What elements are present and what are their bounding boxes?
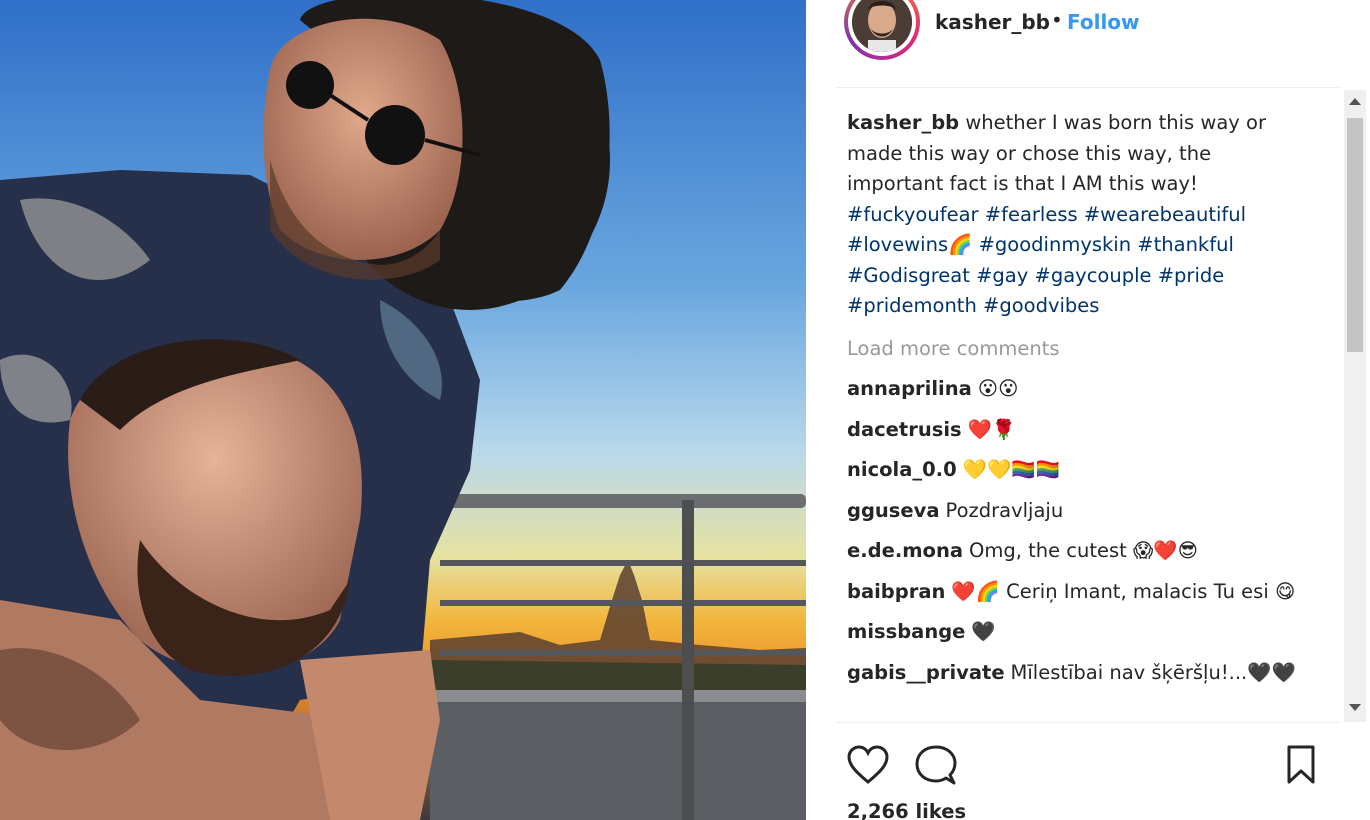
post-author-username[interactable]: kasher_bb — [935, 10, 1050, 34]
comment-icon — [915, 745, 957, 785]
scrollbar-thumb[interactable] — [1347, 118, 1363, 352]
comment-username[interactable]: gguseva — [847, 499, 940, 522]
caption-hashtags[interactable]: #pridemonth #goodvibes — [847, 291, 1332, 322]
scroll-down-arrow-icon[interactable] — [1349, 704, 1361, 711]
bookmark-icon — [1287, 745, 1315, 784]
comment-item: missbange 🖤 — [847, 617, 1332, 647]
comment-item: gguseva Pozdravljaju — [847, 496, 1332, 526]
comment-text: 😮😮 — [977, 377, 1019, 400]
comment-text: 💛💛🏳️‍🌈🏳️‍🌈 — [962, 458, 1060, 481]
comment-text: Omg, the cutest 😱❤️😎 — [968, 539, 1198, 562]
post-photo-image — [0, 0, 806, 820]
header-divider — [836, 87, 1341, 88]
post-caption: kasher_bb whether I was born this way or… — [847, 108, 1332, 322]
caption-line: kasher_bb whether I was born this way or — [847, 108, 1332, 139]
comment-text: 🖤 — [971, 620, 996, 643]
comment-item: dacetrusis ❤️🌹 — [847, 415, 1332, 445]
caption-line: important fact is that I AM this way! — [847, 172, 1198, 195]
caption-username[interactable]: kasher_bb — [847, 111, 959, 134]
like-button[interactable] — [846, 744, 890, 790]
comment-text: ❤️🌹 — [967, 417, 1017, 441]
comment-item: annaprilina 😮😮 — [847, 374, 1332, 404]
separator-dot: • — [1051, 8, 1063, 32]
caption-hashtags[interactable]: #lovewins🌈 #goodinmyskin #thankful — [847, 230, 1332, 261]
post-photo — [0, 0, 806, 820]
comments-list: kasher_bb whether I was born this way or… — [847, 108, 1332, 720]
comment-username[interactable]: dacetrusis — [847, 418, 962, 441]
comment-username[interactable]: gabis__private — [847, 661, 1005, 684]
post-header: kasher_bb • Follow — [806, 0, 1370, 88]
comment-item: nicola_0.0 💛💛🏳️‍🌈🏳️‍🌈 — [847, 455, 1332, 485]
caption-hashtags[interactable]: #Godisgreat #gay #gaycouple #pride — [847, 261, 1332, 292]
comments-scrollbar[interactable] — [1344, 90, 1366, 722]
actions-divider — [836, 722, 1341, 723]
post-sidebar: kasher_bb • Follow kasher_bb whether I w… — [806, 0, 1370, 820]
comment-username[interactable]: baibpran — [847, 580, 945, 603]
save-button[interactable] — [1284, 744, 1318, 790]
load-more-comments-button[interactable]: Load more comments — [847, 334, 1332, 364]
caption-hashtags[interactable]: #fuckyoufear #fearless #wearebeautiful — [847, 200, 1332, 231]
heart-icon — [847, 745, 889, 784]
comment-button[interactable] — [914, 744, 958, 790]
comment-item: gabis__private Mīlestībai nav šķēršļu!...… — [847, 658, 1332, 688]
caption-line: made this way or chose this way, the — [847, 141, 1212, 165]
follow-button[interactable]: Follow — [1067, 10, 1140, 34]
post-actions — [806, 740, 1370, 790]
comment-username[interactable]: e.de.mona — [847, 539, 963, 562]
likes-count[interactable]: 2,266 likes — [847, 800, 966, 820]
comment-text: ❤️🌈 Ceriņ Imant, malacis Tu esi 😋 — [951, 579, 1296, 603]
caption-text: whether I was born this way or — [959, 111, 1266, 134]
comment-text: Mīlestībai nav šķēršļu!...🖤🖤 — [1010, 660, 1296, 684]
avatar[interactable] — [842, 0, 922, 62]
comment-username[interactable]: nicola_0.0 — [847, 458, 957, 481]
comment-username[interactable]: missbange — [847, 620, 965, 643]
comment-username[interactable]: annaprilina — [847, 377, 972, 400]
comment-item: e.de.mona Omg, the cutest 😱❤️😎 — [847, 536, 1332, 566]
comment-text: Pozdravljaju — [945, 498, 1064, 522]
scroll-up-arrow-icon[interactable] — [1349, 98, 1361, 105]
comment-item: baibpran ❤️🌈 Ceriņ Imant, malacis Tu esi … — [847, 577, 1332, 607]
